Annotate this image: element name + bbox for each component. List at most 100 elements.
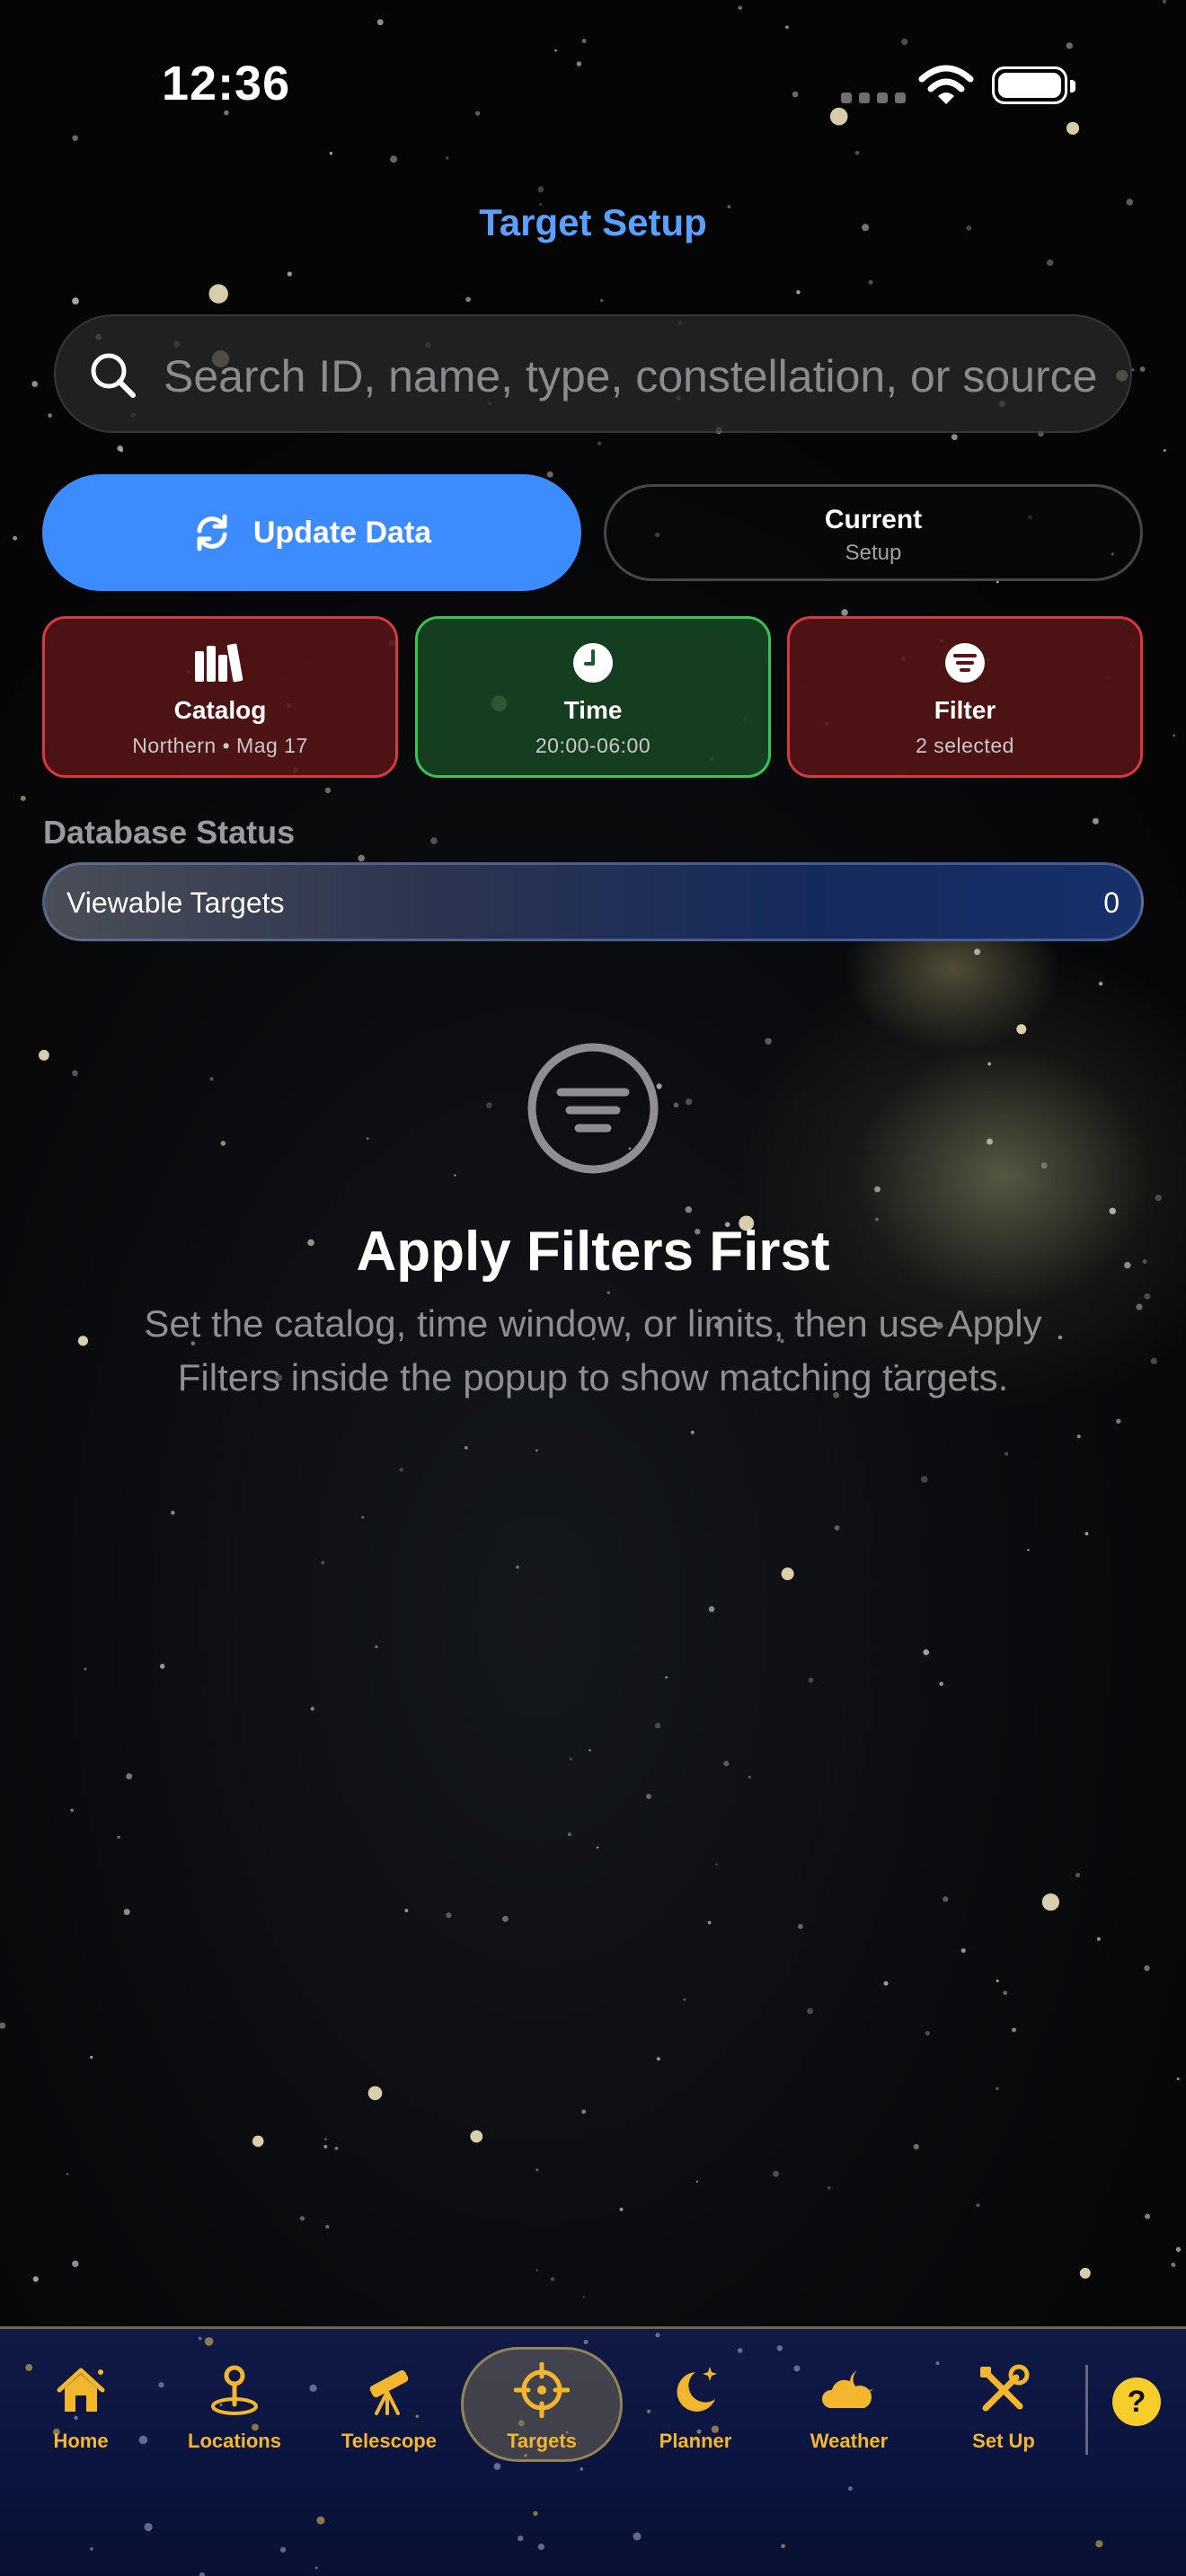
star xyxy=(923,1649,929,1655)
tabbar-star xyxy=(583,2340,589,2344)
star xyxy=(321,1560,325,1565)
star xyxy=(117,1835,120,1839)
star xyxy=(0,2022,6,2029)
current-setup-subtitle: Setup xyxy=(845,541,902,565)
star xyxy=(597,441,601,446)
star xyxy=(796,290,801,295)
search-bar[interactable] xyxy=(54,314,1132,433)
star xyxy=(1171,2263,1176,2267)
star xyxy=(31,381,38,387)
tabbar-star xyxy=(90,2547,93,2551)
tabbar-star xyxy=(848,2486,853,2492)
star xyxy=(708,1606,715,1612)
star xyxy=(390,155,398,163)
tab-setup[interactable]: Set Up xyxy=(927,2361,1080,2478)
help-button[interactable]: ? xyxy=(1112,2378,1161,2426)
status-time: 12:36 xyxy=(162,57,291,110)
moon-stars-icon xyxy=(677,2367,717,2412)
star xyxy=(430,837,438,844)
telescope-icon xyxy=(369,2369,409,2415)
star xyxy=(1092,817,1099,825)
star xyxy=(502,1916,509,1922)
star xyxy=(1079,2267,1091,2279)
time-card[interactable]: Time 20:00-06:00 xyxy=(415,616,771,778)
tabbar-star xyxy=(737,2348,743,2353)
star xyxy=(685,1206,692,1213)
star xyxy=(1145,2213,1151,2219)
star xyxy=(707,1920,712,1925)
star xyxy=(546,471,553,478)
star xyxy=(299,2216,305,2221)
star xyxy=(399,1468,404,1472)
star xyxy=(951,434,958,440)
star xyxy=(715,1863,719,1866)
star xyxy=(690,1430,695,1434)
star xyxy=(123,1909,130,1916)
filter-card[interactable]: Filter 2 selected xyxy=(787,616,1143,778)
star xyxy=(1076,1434,1081,1439)
tabbar-star xyxy=(533,2510,538,2517)
catalog-card-subtitle: Northern • Mag 17 xyxy=(132,734,308,757)
star xyxy=(72,2260,79,2268)
star xyxy=(807,2007,813,2015)
star xyxy=(1131,368,1135,372)
star xyxy=(841,609,848,616)
star xyxy=(781,1567,794,1581)
star xyxy=(1163,449,1166,452)
star xyxy=(287,271,292,277)
battery-icon xyxy=(992,66,1075,104)
star xyxy=(358,854,366,862)
tab-weather[interactable]: Weather xyxy=(773,2361,925,2478)
star xyxy=(537,186,544,193)
tabbar-star xyxy=(781,2544,785,2548)
star xyxy=(683,1998,686,2001)
star xyxy=(209,1077,214,1081)
empty-state-message: Set the catalog, time window, or limits,… xyxy=(144,1302,1042,1398)
star xyxy=(646,1794,651,1799)
star xyxy=(48,413,52,418)
star xyxy=(673,1102,679,1108)
star xyxy=(925,2031,930,2036)
star xyxy=(619,2207,624,2211)
star xyxy=(656,2057,660,2061)
star xyxy=(126,1773,133,1780)
star xyxy=(446,1912,452,1919)
star xyxy=(117,446,123,452)
star xyxy=(987,1062,992,1066)
search-input[interactable] xyxy=(162,340,1127,413)
tab-locations[interactable]: Locations xyxy=(158,2361,311,2478)
star xyxy=(445,156,449,160)
house-icon xyxy=(57,2368,105,2412)
star xyxy=(695,2180,699,2183)
tab-locations-label: Locations xyxy=(188,2430,281,2452)
star xyxy=(987,1138,993,1145)
star xyxy=(535,1449,538,1452)
database-status-label: Database Status xyxy=(43,814,296,851)
star xyxy=(773,2170,779,2177)
current-setup-button[interactable]: Current Setup xyxy=(604,484,1143,581)
crosshair-icon xyxy=(514,2362,570,2418)
tabbar-star xyxy=(316,2516,325,2525)
star xyxy=(324,787,332,794)
star xyxy=(976,2203,980,2208)
star xyxy=(470,2130,483,2143)
star xyxy=(486,1102,492,1108)
tabbar-star xyxy=(204,2337,214,2346)
tab-targets[interactable]: Targets xyxy=(461,2347,623,2478)
star xyxy=(1175,2246,1182,2252)
tab-setup-label: Set Up xyxy=(972,2430,1035,2452)
star xyxy=(581,2109,587,2114)
star xyxy=(1012,2027,1016,2033)
tab-telescope[interactable]: Telescope xyxy=(313,2361,465,2478)
star xyxy=(1096,1936,1101,1941)
star xyxy=(606,1291,610,1295)
tab-home[interactable]: Home xyxy=(4,2361,157,2478)
catalog-card[interactable]: Catalog Northern • Mag 17 xyxy=(42,616,398,778)
update-data-button[interactable]: Update Data xyxy=(42,474,581,591)
star xyxy=(943,1896,949,1902)
update-data-label: Update Data xyxy=(252,515,432,550)
star xyxy=(334,2147,339,2150)
tab-planner[interactable]: Planner xyxy=(619,2361,772,2478)
filter-icon xyxy=(945,643,985,683)
tab-home-label: Home xyxy=(53,2430,109,2452)
